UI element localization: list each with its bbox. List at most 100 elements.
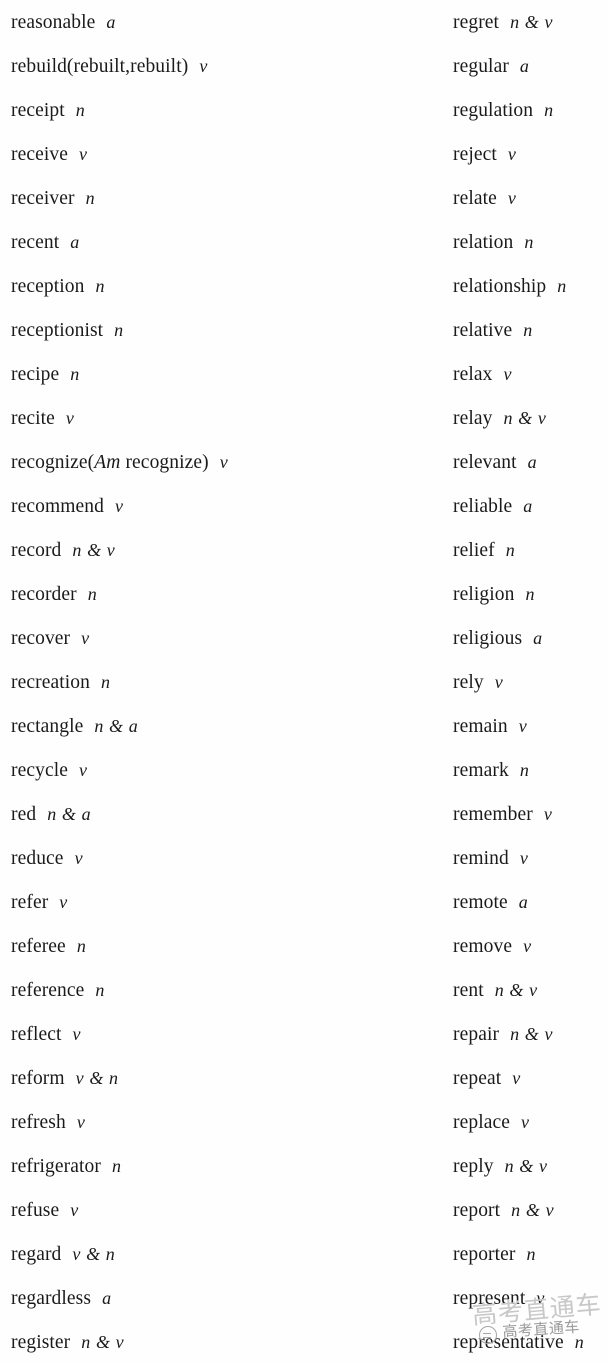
entry-word: register: [11, 1332, 71, 1353]
entry-word: reform: [11, 1068, 65, 1089]
vocabulary-entry: regret n & v: [453, 0, 607, 44]
vocabulary-entry: reply n & v: [453, 1144, 607, 1188]
document-page: reasonable a rebuild(rebuilt,rebuilt) v rece…: [0, 0, 607, 1363]
vocabulary-entry: reform v & n: [11, 1056, 447, 1100]
entry-part-of-speech: v: [494, 672, 504, 692]
vocabulary-entry: relax v: [453, 352, 607, 396]
entry-word: recover: [11, 628, 71, 649]
vocabulary-entry: rent n & v: [453, 968, 607, 1012]
entry-word: relationship: [453, 276, 547, 297]
entry-word: relation: [453, 232, 514, 253]
entry-word: recorder: [11, 584, 77, 605]
vocabulary-entry: reduce v: [11, 836, 447, 880]
entry-part-of-speech: a: [102, 1288, 112, 1308]
entry-part-of-speech: n: [574, 1332, 585, 1352]
vocabulary-entry: recover v: [11, 616, 447, 660]
vocabulary-entry: relationship n: [453, 264, 607, 308]
entry-part-of-speech: n & v: [494, 980, 538, 1000]
entry-word: reference: [11, 980, 85, 1001]
vocabulary-entry: repeat v: [453, 1056, 607, 1100]
vocabulary-entry: replace v: [453, 1100, 607, 1144]
vocabulary-entry: relay n & v: [453, 396, 607, 440]
entry-part-of-speech: v: [536, 1288, 545, 1308]
entry-part-of-speech: v: [70, 1200, 79, 1220]
vocabulary-entry: religious a: [453, 616, 607, 660]
entry-part-of-speech: n: [100, 672, 111, 692]
right-vocabulary-column: regret n & v regular a regulation n reject v rel…: [447, 0, 607, 1363]
entry-part-of-speech: a: [519, 56, 530, 76]
entry-part-of-speech: n & v: [504, 1156, 548, 1176]
entry-word: receptionist: [11, 320, 104, 341]
vocabulary-entry: refrigerator n: [11, 1144, 447, 1188]
entry-word: recommend: [11, 496, 104, 517]
entry-part-of-speech: n: [75, 100, 86, 120]
entry-part-of-speech: a: [106, 12, 116, 32]
entry-part-of-speech: n: [523, 320, 533, 340]
entry-part-of-speech: v: [74, 848, 84, 868]
vocabulary-entry: relation n: [453, 220, 607, 264]
vocabulary-entry: recipe n: [11, 352, 447, 396]
entry-word: rent: [453, 980, 484, 1001]
entry-part-of-speech: n: [526, 1244, 537, 1264]
vocabulary-entry: reflect v: [11, 1012, 447, 1056]
entry-part-of-speech: v: [114, 496, 124, 516]
entry-word: reject: [453, 144, 497, 165]
vocabulary-entry: remote a: [453, 880, 607, 924]
entry-word: referee: [11, 936, 66, 957]
vocabulary-entry: relative n: [453, 308, 607, 352]
vocabulary-entry: reception n: [11, 264, 447, 308]
vocabulary-entry: referee n: [11, 924, 447, 968]
vocabulary-entry: red n & a: [11, 792, 447, 836]
vocabulary-entry: receipt n: [11, 88, 447, 132]
entry-word: reporter: [453, 1244, 516, 1265]
entry-word: recent: [11, 232, 60, 253]
vocabulary-entry: refuse v: [11, 1188, 447, 1232]
entry-word: regard: [11, 1244, 62, 1265]
vocabulary-entry: report n & v: [453, 1188, 607, 1232]
entry-word: receive: [11, 144, 68, 165]
entry-word: remember: [453, 804, 533, 825]
entry-part-of-speech: n: [95, 276, 106, 296]
entry-word: refuse: [11, 1200, 60, 1221]
entry-word: representative: [453, 1332, 564, 1353]
entry-part-of-speech: a: [70, 232, 80, 252]
entry-part-of-speech: n & v: [511, 1200, 555, 1220]
vocabulary-entry: remind v: [453, 836, 607, 880]
entry-part-of-speech: v: [519, 848, 529, 868]
entry-part-of-speech: v: [59, 892, 68, 912]
entry-part-of-speech: n: [524, 232, 534, 252]
entry-word: reply: [453, 1156, 494, 1177]
entry-part-of-speech: n: [95, 980, 106, 1000]
vocabulary-entry: reliable a: [453, 484, 607, 528]
vocabulary-entry: recorder n: [11, 572, 447, 616]
entry-part-of-speech: a: [523, 496, 533, 516]
entry-word: remote: [453, 892, 508, 913]
vocabulary-entry: representative n: [453, 1320, 607, 1363]
vocabulary-entry: regulation n: [453, 88, 607, 132]
entry-part-of-speech: n: [111, 1156, 122, 1176]
entry-part-of-speech: v: [78, 144, 88, 164]
vocabulary-entry: recycle v: [11, 748, 447, 792]
entry-part-of-speech: a: [533, 628, 543, 648]
entry-word: recipe: [11, 364, 60, 385]
entry-part-of-speech: n & v: [510, 12, 554, 32]
vocabulary-entry: regard v & n: [11, 1232, 447, 1276]
entry-word: repeat: [453, 1068, 502, 1089]
entry-word: relative: [453, 320, 513, 341]
entry-part-of-speech: v: [507, 144, 517, 164]
entry-part-of-speech: v: [81, 628, 90, 648]
entry-part-of-speech: v & n: [72, 1244, 116, 1264]
entry-part-of-speech: n: [519, 760, 530, 780]
entry-word: refresh: [11, 1112, 66, 1133]
entry-word: remove: [453, 936, 513, 957]
entry-word: remain: [453, 716, 508, 737]
entry-part-of-speech: a: [527, 452, 538, 472]
vocabulary-entry: recommend v: [11, 484, 447, 528]
vocabulary-entry: recognize(Am recognize) v: [11, 440, 447, 484]
vocabulary-entry: remark n: [453, 748, 607, 792]
vocabulary-entry: rectangle n & a: [11, 704, 447, 748]
vocabulary-entry: receptionist n: [11, 308, 447, 352]
vocabulary-columns: reasonable a rebuild(rebuilt,rebuilt) v rece…: [0, 0, 607, 1363]
vocabulary-entry: reasonable a: [11, 0, 447, 44]
vocabulary-entry: refresh v: [11, 1100, 447, 1144]
